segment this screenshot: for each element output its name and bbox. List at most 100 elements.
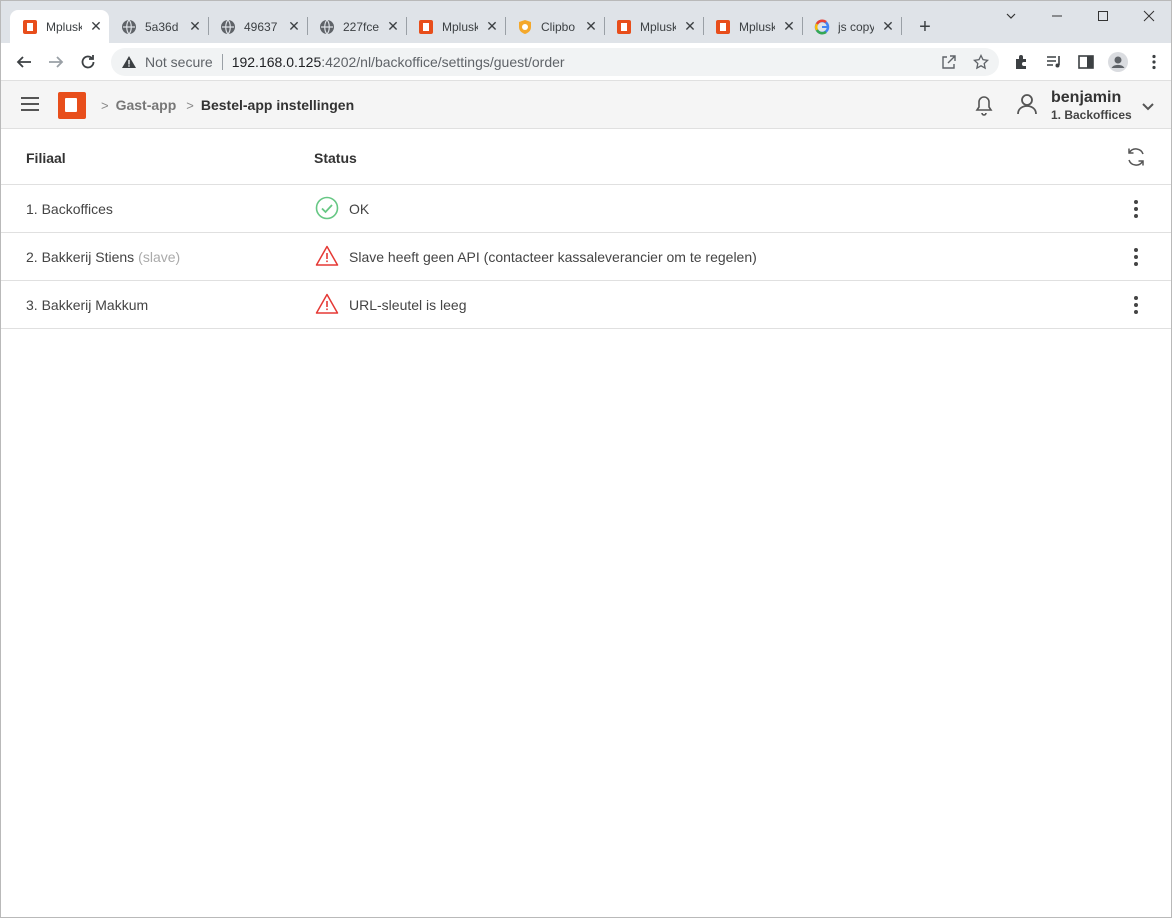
branch-name: 1. Backoffices [26,201,113,217]
share-icon[interactable] [941,54,957,70]
arrow-right-icon [49,56,64,68]
warning-triangle-icon [315,292,339,316]
tab-title: js copy [838,19,874,34]
forward-button[interactable] [44,50,68,74]
tab-title: Mplusk [739,19,775,34]
more-vert-icon[interactable] [1125,245,1147,269]
mplus-logo-icon [418,19,434,35]
tab-title: Mplusk [442,19,478,34]
column-header-status: Status [314,150,357,166]
warning-icon [121,54,137,70]
menu-icon[interactable] [21,97,39,111]
browser-tab[interactable]: 49637 ✕ [208,10,307,43]
user-branch: 1. Backoffices [1051,108,1132,122]
tab-strip: Mplusk ✕ 5a36d ✕ 49637 ✕ 227fce ✕ Mplusk… [1,1,1171,43]
status-text: Slave heeft geen API (contacteer kassale… [349,249,757,265]
globe-icon [220,19,236,35]
tab-title: 227fce [343,19,379,34]
close-icon[interactable]: ✕ [583,18,599,35]
close-icon[interactable]: ✕ [187,18,203,35]
breadcrumb: > Gast-app > Bestel-app instellingen [101,97,354,113]
check-circle-icon [315,196,339,220]
close-window-button[interactable] [1126,1,1171,31]
close-icon[interactable]: ✕ [286,18,302,35]
media-control-icon[interactable] [1045,53,1063,71]
tab-title: Mplusk [46,19,82,34]
new-tab-button[interactable]: + [913,16,937,40]
tab-title: 5a36d [145,19,179,34]
browser-tab[interactable]: Mplusk ✕ [10,10,109,43]
browser-tab[interactable]: Clipbo ✕ [505,10,604,43]
close-icon[interactable]: ✕ [682,18,698,35]
browser-tab[interactable]: 227fce ✕ [307,10,406,43]
close-icon[interactable]: ✕ [880,18,896,35]
browser-tab[interactable]: js copy ✕ [802,10,901,43]
user-name: benjamin [1051,89,1122,106]
close-icon [1143,10,1155,22]
user-menu[interactable]: benjamin 1. Backoffices [1051,89,1132,122]
close-icon[interactable]: ✕ [484,18,500,35]
slave-label: (slave) [138,249,181,265]
more-vert-icon[interactable] [1125,293,1147,317]
table-row[interactable]: 3. Bakkerij Makkum URL-sleutel is leeg [1,281,1171,329]
minimize-button[interactable] [988,1,1034,31]
bell-icon[interactable] [974,95,994,117]
star-icon[interactable] [973,54,989,70]
maximize-icon [1098,11,1108,21]
warning-triangle-icon [315,244,339,268]
tab-title: Clipbo [541,19,576,34]
url-text[interactable]: 192.168.0.125:4202/nl/backoffice/setting… [232,54,565,70]
url-path: :4202/nl/backoffice/settings/guest/order [321,54,565,70]
back-button[interactable] [12,50,36,74]
branch-name: 2. Bakkerij Stiens (slave) [26,249,181,265]
security-label[interactable]: Not secure [145,54,213,70]
url-host: 192.168.0.125 [231,54,322,70]
address-bar[interactable]: Not secure 192.168.0.125:4202/nl/backoff… [111,48,999,76]
chevron-right-icon: > [101,97,109,113]
globe-icon [319,19,335,35]
browser-tab[interactable]: Mplusk ✕ [703,10,802,43]
close-icon[interactable]: ✕ [385,18,401,35]
side-panel-icon[interactable] [1077,53,1095,71]
reload-button[interactable] [76,50,100,74]
table-row[interactable]: 1. Backoffices OK [1,185,1171,233]
user-icon[interactable] [1015,92,1039,116]
column-header-branch: Filiaal [26,150,66,166]
branch-name: 3. Bakkerij Makkum [26,297,149,313]
minimize-icon [1052,15,1062,17]
page-title: Bestel-app instellingen [200,97,355,113]
mplus-logo-icon [616,19,632,35]
mplus-logo-icon [715,19,731,35]
branches-table: Filiaal Status 1. Backoffices OK 2. Bakk… [1,130,1171,329]
browser-tab[interactable]: Mplusk ✕ [406,10,505,43]
globe-icon [121,19,137,35]
chevron-down-icon[interactable] [1141,99,1155,111]
browser-toolbar: Not secure 192.168.0.125:4202/nl/backoff… [1,43,1171,81]
breadcrumb-item[interactable]: Gast-app [116,97,177,113]
profile-avatar-icon[interactable] [1107,51,1129,73]
status-text: URL-sleutel is leeg [349,297,467,313]
chevron-down-icon [1006,13,1016,19]
browser-tab[interactable]: 5a36d ✕ [109,10,208,43]
more-vert-icon[interactable] [1145,53,1163,71]
tab-title: 49637 [244,19,278,34]
refresh-icon[interactable] [1125,146,1147,168]
close-icon[interactable]: ✕ [781,18,797,35]
app-header: > Gast-app > Bestel-app instellingen ben… [1,81,1171,129]
extensions-icon[interactable] [1013,53,1031,71]
mplus-logo-icon [22,19,38,35]
app-logo[interactable] [58,92,86,119]
maximize-window-button[interactable] [1080,1,1126,31]
minimize-window-button[interactable] [1034,1,1080,31]
browser-window: Mplusk ✕ 5a36d ✕ 49637 ✕ 227fce ✕ Mplusk… [0,0,1172,918]
table-row[interactable]: 2. Bakkerij Stiens (slave) Slave heeft ge… [1,233,1171,281]
close-icon[interactable]: ✕ [88,18,104,35]
browser-tab[interactable]: Mplusk ✕ [604,10,703,43]
more-vert-icon[interactable] [1125,197,1147,221]
status-text: OK [349,201,370,217]
shield-extension-icon [517,19,533,35]
tab-title: Mplusk [640,19,676,34]
reload-icon [81,55,95,69]
arrow-left-icon [16,56,31,68]
table-header: Filiaal Status [1,130,1171,185]
